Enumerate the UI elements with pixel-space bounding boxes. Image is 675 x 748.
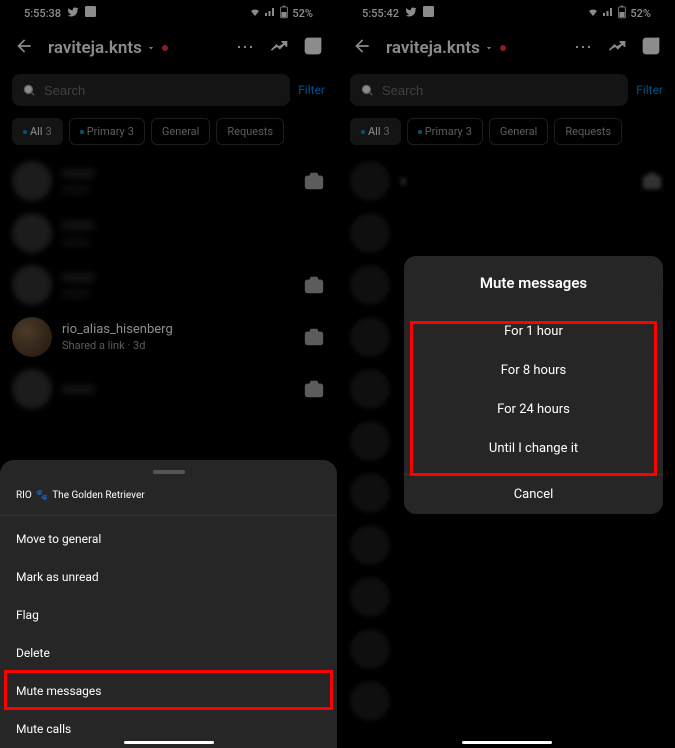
sheet-title: RIO 🐾 The Golden Retriever [0,486,337,511]
screen-left: 5:55:38 52% raviteja.knts [0,0,337,748]
nav-bar[interactable] [462,741,552,744]
mute-8-hours[interactable]: For 8 hours [404,351,663,390]
sheet-handle[interactable] [153,470,185,474]
sheet-mute-messages[interactable]: Mute messages [0,672,337,710]
mute-1-hour[interactable]: For 1 hour [404,312,663,351]
nav-bar[interactable] [124,741,214,744]
screen-right: 5:55:42 52% raviteja.knts [338,0,675,748]
sheet-mark-unread[interactable]: Mark as unread [0,558,337,596]
mute-until-change[interactable]: Until I change it [404,429,663,468]
paw-icon: 🐾 [36,490,48,501]
cancel-button[interactable]: Cancel [404,474,663,514]
sheet-move-general[interactable]: Move to general [0,520,337,558]
bottom-sheet: RIO 🐾 The Golden Retriever Move to gener… [0,460,337,748]
mute-modal: Mute messages For 1 hour For 8 hours For… [404,256,663,514]
mute-24-hours[interactable]: For 24 hours [404,390,663,429]
sheet-flag[interactable]: Flag [0,596,337,634]
modal-title: Mute messages [404,256,663,312]
sheet-delete[interactable]: Delete [0,634,337,672]
